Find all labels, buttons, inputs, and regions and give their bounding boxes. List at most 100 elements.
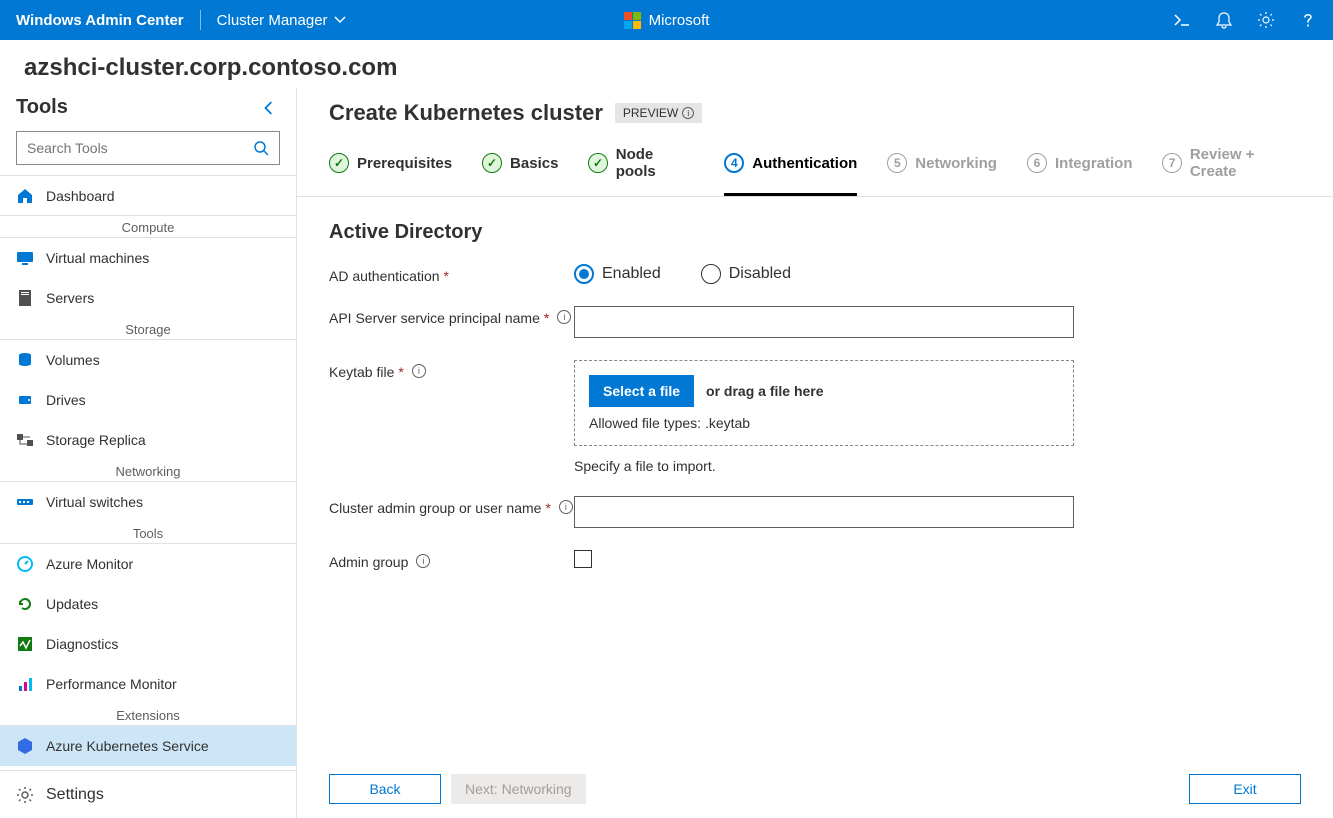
main: Create Kubernetes cluster PREVIEW i ✓ Pr… xyxy=(297,88,1333,818)
step-label: Prerequisites xyxy=(357,155,452,172)
chevron-down-icon xyxy=(334,14,346,26)
collapse-chevron-icon[interactable] xyxy=(262,101,276,115)
search-input[interactable] xyxy=(27,140,253,156)
help-icon[interactable] xyxy=(1299,11,1317,29)
sidebar-item-performance-monitor[interactable]: Performance Monitor xyxy=(0,664,296,704)
info-icon[interactable]: i xyxy=(416,554,430,568)
step-number: 5 xyxy=(887,153,907,173)
allowed-types: Allowed file types: .keytab xyxy=(589,415,1059,431)
sidebar-item-label: Performance Monitor xyxy=(46,676,177,692)
required-mark: * xyxy=(398,364,403,380)
sidebar-item-label: Azure Kubernetes Service xyxy=(46,738,209,754)
step-authentication[interactable]: 4 Authentication xyxy=(724,146,857,196)
top-divider xyxy=(200,10,201,30)
form-area: Active Directory AD authentication* Enab… xyxy=(297,197,1333,818)
ad-auth-radio-group: Enabled Disabled xyxy=(574,264,1074,284)
preview-text: PREVIEW xyxy=(623,106,678,120)
switch-icon xyxy=(16,493,34,511)
info-icon[interactable]: i xyxy=(682,107,694,119)
section-extensions: Extensions xyxy=(0,704,296,726)
sidebar: Tools Dashboard Compute Virtual machines… xyxy=(0,88,297,818)
step-label: Authentication xyxy=(752,155,857,172)
select-file-button[interactable]: Select a file xyxy=(589,375,694,407)
context-label: Cluster Manager xyxy=(217,12,328,29)
sidebar-item-diagnostics[interactable]: Diagnostics xyxy=(0,624,296,664)
check-icon: ✓ xyxy=(482,153,502,173)
step-number: 4 xyxy=(724,153,744,173)
section-tools: Tools xyxy=(0,522,296,544)
step-label: Networking xyxy=(915,155,997,172)
step-node-pools[interactable]: ✓ Node pools xyxy=(588,146,694,196)
search-tools-box[interactable] xyxy=(16,131,280,165)
step-label: Integration xyxy=(1055,155,1133,172)
label-admin-group: Admin group xyxy=(329,554,408,570)
required-mark: * xyxy=(545,500,550,516)
required-mark: * xyxy=(444,268,449,284)
sidebar-item-azure-monitor[interactable]: Azure Monitor xyxy=(0,544,296,584)
api-spn-input[interactable] xyxy=(574,306,1074,338)
bell-icon[interactable] xyxy=(1215,11,1233,29)
check-icon: ✓ xyxy=(329,153,349,173)
app-title: Windows Admin Center xyxy=(16,12,184,29)
refresh-icon xyxy=(16,595,34,613)
page-title: azshci-cluster.corp.contoso.com xyxy=(0,40,1333,88)
sidebar-item-storage-replica[interactable]: Storage Replica xyxy=(0,420,296,460)
wizard-footer: Back Next: Networking Exit xyxy=(297,760,1333,818)
back-button[interactable]: Back xyxy=(329,774,441,804)
wizard-steps: ✓ Prerequisites ✓ Basics ✓ Node pools 4 … xyxy=(297,134,1333,197)
sidebar-item-updates[interactable]: Updates xyxy=(0,584,296,624)
gear-icon[interactable] xyxy=(1257,11,1275,29)
step-networking[interactable]: 5 Networking xyxy=(887,146,997,196)
search-icon xyxy=(253,140,269,156)
step-label: Review + Create xyxy=(1190,146,1301,180)
info-icon[interactable]: i xyxy=(559,500,573,514)
info-icon[interactable]: i xyxy=(557,310,571,324)
exit-button[interactable]: Exit xyxy=(1189,774,1301,804)
section-compute: Compute xyxy=(0,216,296,238)
next-button[interactable]: Next: Networking xyxy=(451,774,586,804)
radio-disabled[interactable]: Disabled xyxy=(701,264,791,284)
sidebar-item-label: Drives xyxy=(46,392,86,408)
brand-text: Microsoft xyxy=(649,12,710,29)
info-icon[interactable]: i xyxy=(412,364,426,378)
sidebar-item-label: Updates xyxy=(46,596,98,612)
admin-group-checkbox[interactable] xyxy=(574,550,592,568)
step-integration[interactable]: 6 Integration xyxy=(1027,146,1133,196)
sidebar-item-dashboard[interactable]: Dashboard xyxy=(0,176,296,216)
radio-label: Enabled xyxy=(602,265,661,283)
server-icon xyxy=(16,289,34,307)
sidebar-item-label: Storage Replica xyxy=(46,432,146,448)
cluster-admin-input[interactable] xyxy=(574,496,1074,528)
step-basics[interactable]: ✓ Basics xyxy=(482,146,558,196)
step-prerequisites[interactable]: ✓ Prerequisites xyxy=(329,146,452,196)
drive-icon xyxy=(16,391,34,409)
kubernetes-icon xyxy=(16,737,34,755)
sidebar-item-drives[interactable]: Drives xyxy=(0,380,296,420)
radio-label: Disabled xyxy=(729,265,791,283)
keytab-dropzone[interactable]: Select a file or drag a file here Allowe… xyxy=(574,360,1074,446)
sidebar-item-aks[interactable]: Azure Kubernetes Service xyxy=(0,726,296,766)
home-icon xyxy=(16,187,34,205)
microsoft-logo-icon xyxy=(624,12,641,29)
radio-dot-icon xyxy=(574,264,594,284)
label-cluster-admin: Cluster admin group or user name xyxy=(329,500,541,516)
console-icon[interactable] xyxy=(1173,11,1191,29)
step-review[interactable]: 7 Review + Create xyxy=(1162,146,1301,196)
sidebar-item-label: Virtual switches xyxy=(46,494,143,510)
label-api-spn: API Server service principal name xyxy=(329,310,540,326)
context-dropdown[interactable]: Cluster Manager xyxy=(217,12,346,29)
step-label: Node pools xyxy=(616,146,695,180)
sidebar-item-virtual-switches[interactable]: Virtual switches xyxy=(0,482,296,522)
sidebar-item-servers[interactable]: Servers xyxy=(0,278,296,318)
sidebar-item-virtual-machines[interactable]: Virtual machines xyxy=(0,238,296,278)
label-keytab: Keytab file xyxy=(329,364,394,380)
database-icon xyxy=(16,351,34,369)
radio-enabled[interactable]: Enabled xyxy=(574,264,661,284)
section-title: Active Directory xyxy=(329,221,1301,244)
step-number: 6 xyxy=(1027,153,1047,173)
tools-nav: Dashboard Compute Virtual machines Serve… xyxy=(0,175,296,766)
section-storage: Storage xyxy=(0,318,296,340)
required-mark: * xyxy=(544,310,549,326)
sidebar-item-settings[interactable]: Settings xyxy=(0,770,296,818)
sidebar-item-volumes[interactable]: Volumes xyxy=(0,340,296,380)
